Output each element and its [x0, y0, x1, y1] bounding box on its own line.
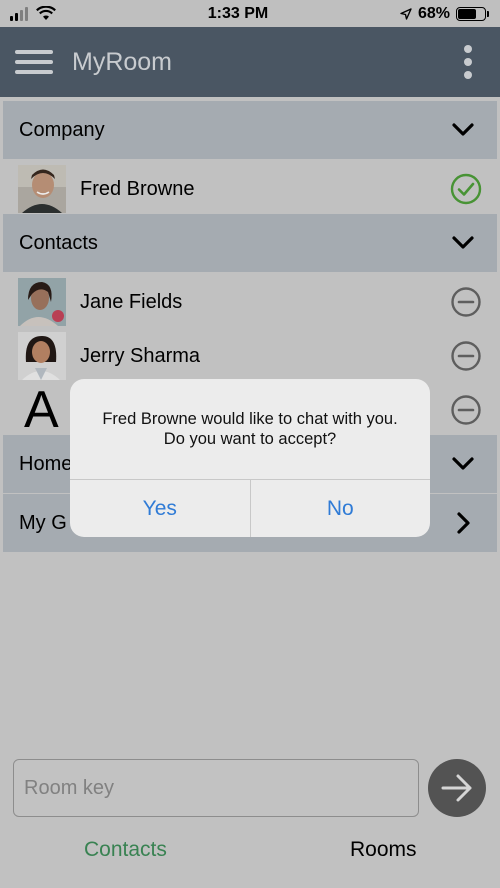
no-button[interactable]: No: [249, 480, 431, 537]
chat-request-dialog: Fred Browne would like to chat with you.…: [70, 379, 430, 537]
dialog-message: Fred Browne would like to chat with you.…: [102, 410, 398, 448]
yes-button[interactable]: Yes: [70, 480, 250, 537]
dialog-actions: Yes No: [70, 479, 430, 537]
